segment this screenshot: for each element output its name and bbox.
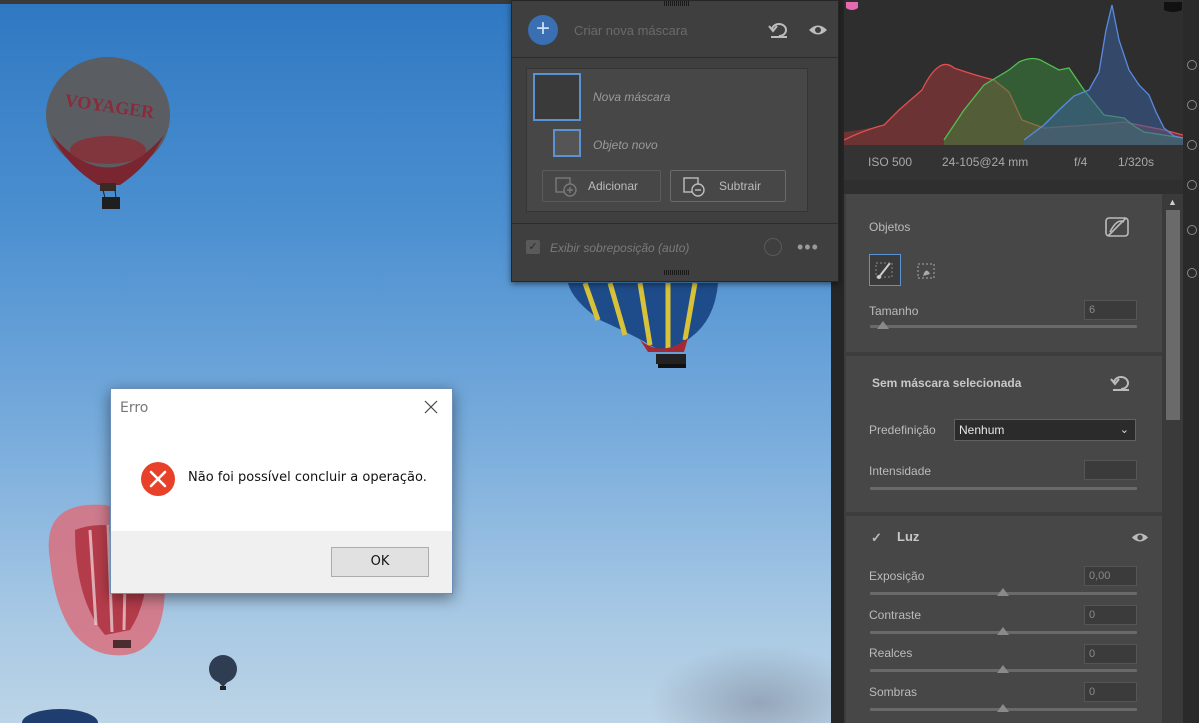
panel-grip-bottom[interactable]: [664, 270, 690, 275]
tool-strip: [1183, 0, 1199, 723]
dialog-footer: OK: [111, 531, 452, 593]
error-dialog: Erro Não foi possível concluir a operaçã…: [110, 388, 453, 594]
add-button[interactable]: Adicionar: [542, 170, 661, 202]
tool-icon[interactable]: [1187, 60, 1197, 70]
header-strip: [844, 180, 1183, 194]
ok-button[interactable]: OK: [331, 547, 429, 577]
create-mask-label: Criar nova máscara: [574, 23, 688, 38]
size-slider-handle[interactable]: [877, 321, 889, 329]
component-item-name[interactable]: Objeto novo: [593, 138, 658, 152]
dialog-message: Não foi possível concluir a operação.: [188, 470, 427, 485]
edit-panel: ISO 500 24-105@24 mm f/4 1/320s Objetos …: [843, 0, 1184, 723]
panel-grip-top[interactable]: [664, 1, 690, 6]
balloon-voyager: VOYAGER: [46, 57, 170, 209]
scroll-thumb[interactable]: [1166, 210, 1180, 420]
highlights-field[interactable]: 0: [1084, 644, 1137, 664]
scroll-up-icon[interactable]: ▲: [1168, 197, 1177, 207]
size-field[interactable]: 6: [1084, 300, 1137, 320]
overlay-color-swatch[interactable]: [764, 238, 782, 256]
contrast-slider-handle[interactable]: [997, 627, 1009, 635]
preset-value: Nenhum: [959, 423, 1005, 437]
component-thumbnail[interactable]: [553, 129, 581, 157]
exposure-slider-handle[interactable]: [997, 588, 1009, 596]
separator: [512, 223, 838, 224]
preset-label: Predefinição: [869, 423, 936, 437]
close-icon[interactable]: [421, 397, 441, 417]
invert-mask-icon[interactable]: [1104, 216, 1130, 238]
subtract-button-label: Subtrair: [719, 179, 762, 193]
objects-section: Objetos Tamanho 6: [846, 194, 1162, 352]
exposure-field[interactable]: 0,00: [1084, 566, 1137, 586]
tool-icon[interactable]: [1187, 140, 1197, 150]
size-slider[interactable]: [870, 325, 1137, 328]
histogram-graph: [843, 2, 1184, 145]
dialog-title: Erro: [120, 400, 149, 416]
tool-icon[interactable]: [1187, 225, 1197, 235]
brush-select-button[interactable]: [869, 254, 901, 286]
mask-list: Nova máscara Objeto novo Adicionar Subtr…: [526, 68, 808, 212]
intensity-field[interactable]: [1084, 460, 1137, 480]
balloon-striped: [568, 282, 718, 368]
histogram: [843, 0, 1184, 145]
create-mask-row: + Criar nova máscara: [512, 11, 838, 51]
exif-info: ISO 500 24-105@24 mm f/4 1/320s: [844, 145, 1183, 180]
overlay-checkbox[interactable]: ✓: [526, 240, 540, 254]
intensity-label: Intensidade: [869, 464, 932, 478]
highlights-label: Realces: [869, 646, 913, 660]
add-mask-icon: [555, 177, 577, 197]
subtract-button[interactable]: Subtrair: [670, 170, 786, 202]
contrast-field[interactable]: 0: [1084, 605, 1137, 625]
shadows-label: Sombras: [869, 685, 918, 699]
create-mask-button[interactable]: +: [528, 15, 558, 45]
iso: ISO 500: [868, 155, 913, 169]
contrast-label: Contraste: [869, 608, 922, 622]
mask-panel: + Criar nova máscara Nova máscara Objeto…: [511, 0, 839, 282]
brush-icon: [875, 262, 893, 279]
light-section: ✓ Luz Exposição 0,00 Contraste 0 Realces…: [846, 516, 1162, 723]
mask-item-name[interactable]: Nova máscara: [593, 90, 670, 104]
more-options-icon[interactable]: •••: [797, 237, 819, 258]
reset-icon[interactable]: [1110, 374, 1132, 392]
eye-icon[interactable]: [808, 23, 828, 37]
light-title[interactable]: Luz: [897, 529, 919, 544]
shutter-speed: 1/320s: [1118, 155, 1155, 169]
shadows-field[interactable]: 0: [1084, 682, 1137, 702]
rect-select-icon[interactable]: [916, 262, 936, 280]
shadows-slider-handle[interactable]: [997, 704, 1009, 712]
size-label: Tamanho: [869, 304, 919, 318]
balloon-small: [209, 655, 237, 690]
panel-scrollbar[interactable]: ▲: [1162, 194, 1183, 723]
error-icon: [141, 462, 175, 496]
highlights-slider-handle[interactable]: [997, 665, 1009, 673]
add-button-label: Adicionar: [588, 179, 639, 193]
overlay-label: Exibir sobreposição (auto): [550, 241, 690, 255]
objects-title: Objetos: [869, 220, 911, 234]
mask-thumbnail[interactable]: [533, 73, 581, 121]
balloon-partial: [22, 709, 98, 723]
exposure-label: Exposição: [869, 569, 925, 583]
tool-icon[interactable]: [1187, 100, 1197, 110]
no-mask-title: Sem máscara selecionada: [872, 376, 1022, 390]
chevron-down-icon: ⌄: [1119, 424, 1129, 436]
subtract-mask-icon: [683, 177, 705, 197]
eye-icon[interactable]: [1131, 531, 1149, 544]
tool-icon[interactable]: [1187, 180, 1197, 190]
clouds: [640, 640, 831, 723]
no-mask-section: Sem máscara selecionada Predefinição Nen…: [846, 356, 1162, 512]
tool-icon[interactable]: [1187, 268, 1197, 278]
chevron-down-icon[interactable]: ✓: [871, 530, 882, 546]
preset-dropdown[interactable]: Nenhum ⌄: [954, 419, 1136, 441]
separator: [512, 57, 838, 58]
lens: 24-105@24 mm: [942, 155, 1029, 169]
aperture: f/4: [1074, 155, 1088, 169]
reset-masks-icon[interactable]: [768, 21, 790, 39]
intensity-slider[interactable]: [870, 487, 1137, 490]
